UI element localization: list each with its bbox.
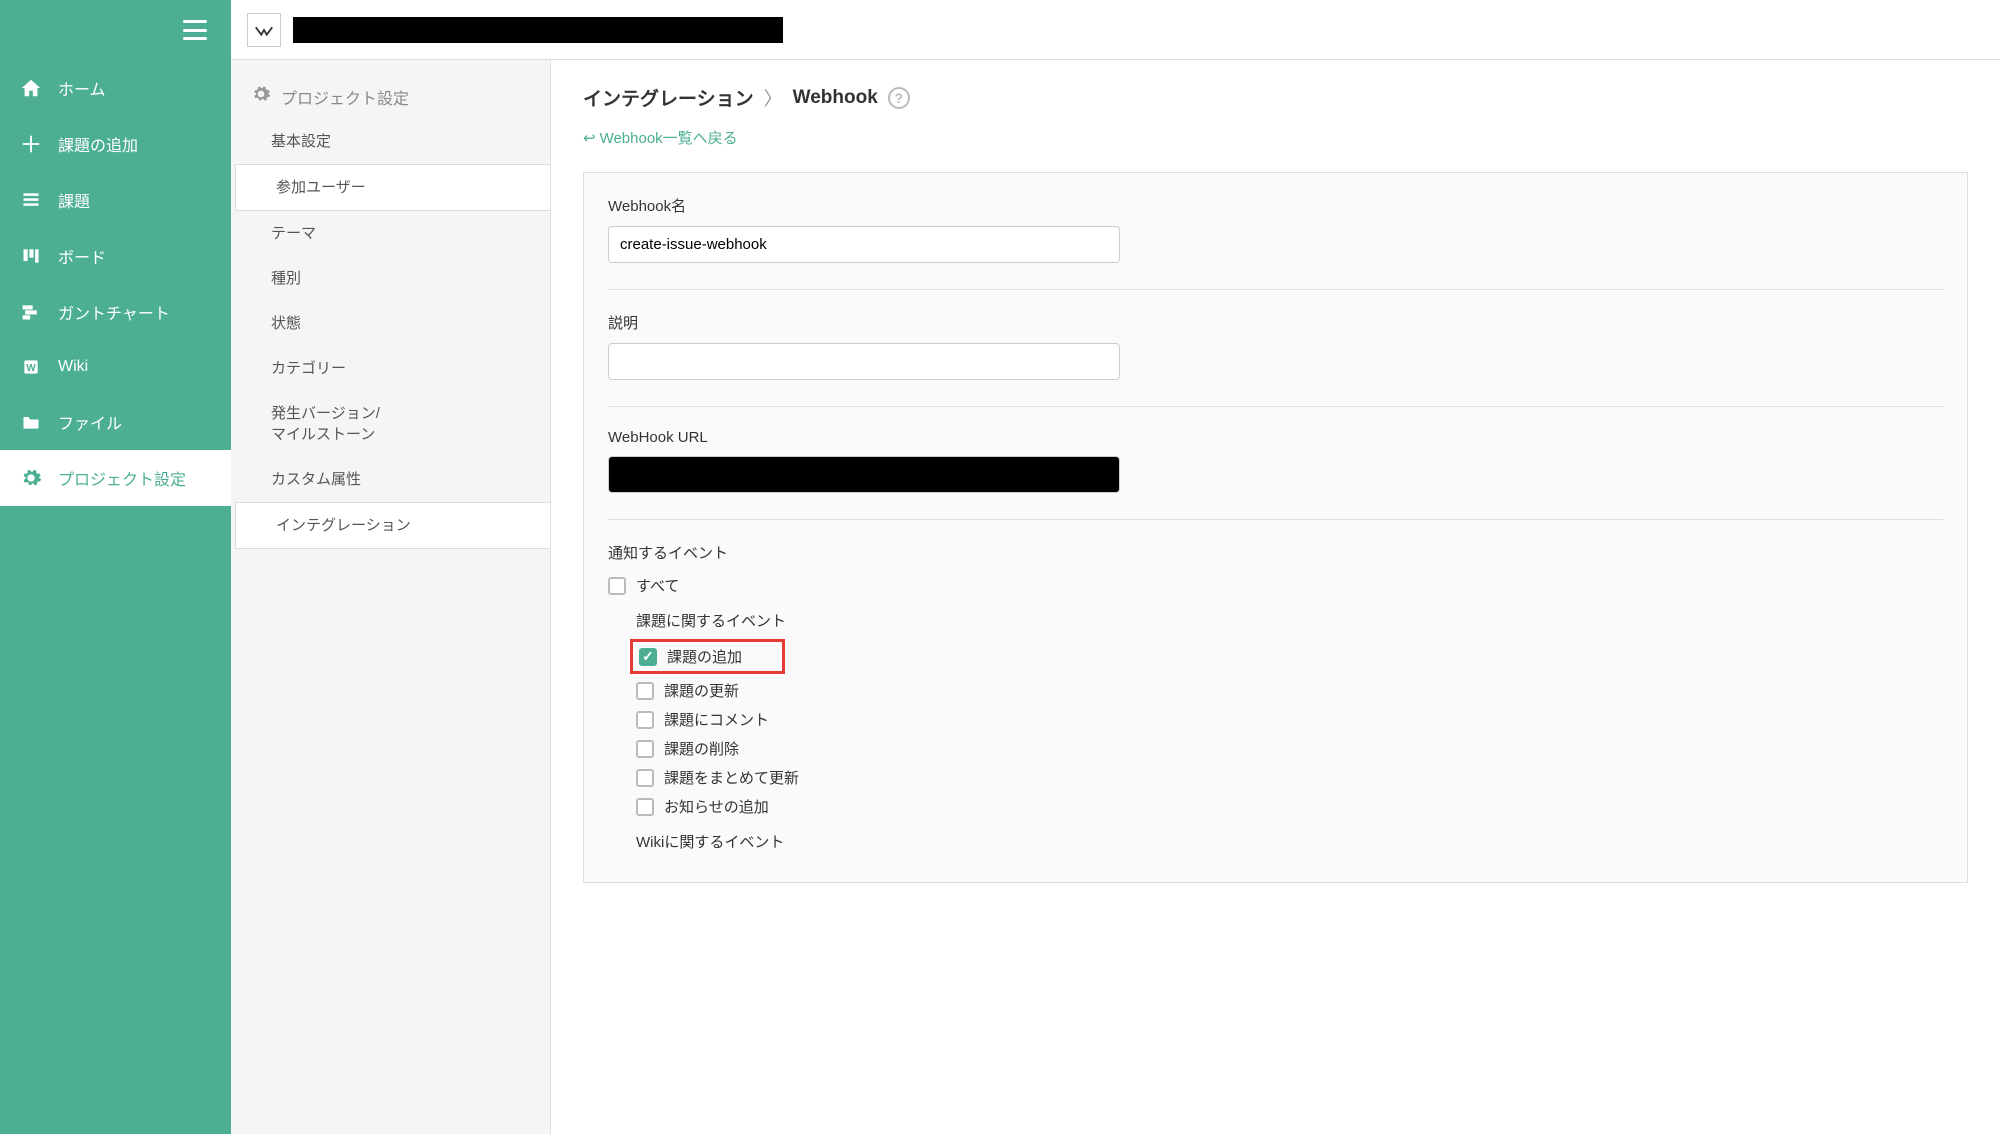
settings-sidebar: プロジェクト設定 基本設定 参加ユーザー テーマ 種別 状態 カテゴリー 発生バ… bbox=[231, 60, 551, 1134]
webhook-form: Webhook名 説明 WebHook URL 通知するイベント bbox=[583, 172, 1968, 883]
divider bbox=[608, 289, 1943, 290]
main-sidebar: ホーム 課題の追加 課題 ボード ガントチャート W Wiki ファイル プロジ bbox=[0, 0, 231, 1134]
back-arrow-icon: ↩ bbox=[583, 129, 596, 147]
webhook-name-label: Webhook名 bbox=[608, 195, 1943, 216]
board-icon bbox=[20, 245, 42, 267]
gear-icon bbox=[251, 84, 271, 109]
webhook-desc-label: 説明 bbox=[608, 312, 1943, 333]
webhook-name-input[interactable] bbox=[608, 226, 1120, 263]
events-title: 通知するイベント bbox=[608, 542, 1943, 563]
checkbox-label: 課題をまとめて更新 bbox=[664, 767, 799, 788]
checkbox-icon[interactable] bbox=[639, 648, 657, 666]
checkbox-label: 課題の削除 bbox=[664, 738, 739, 759]
nav-files[interactable]: ファイル bbox=[0, 394, 231, 450]
project-title-redacted bbox=[293, 17, 783, 43]
checkbox-label: 課題の追加 bbox=[667, 646, 742, 667]
event-group-wiki: Wikiに関するイベント bbox=[636, 831, 1943, 852]
nav-add-issue[interactable]: 課題の追加 bbox=[0, 116, 231, 172]
nav-issues[interactable]: 課題 bbox=[0, 172, 231, 228]
nav-label: ホーム bbox=[58, 76, 106, 100]
nav-label: ファイル bbox=[58, 410, 122, 434]
nav-gantt[interactable]: ガントチャート bbox=[0, 284, 231, 340]
nav-project-settings[interactable]: プロジェクト設定 bbox=[0, 450, 231, 506]
checkbox-label: すべて bbox=[636, 575, 679, 596]
checkbox-label: お知らせの追加 bbox=[664, 796, 769, 817]
breadcrumb: インテグレーション 〉 Webhook ? bbox=[583, 84, 1968, 111]
checkbox-icon[interactable] bbox=[636, 740, 654, 758]
checkbox-issue-bulk[interactable]: 課題をまとめて更新 bbox=[636, 767, 1943, 788]
settings-header: プロジェクト設定 bbox=[231, 84, 550, 119]
webhook-url-label: WebHook URL bbox=[608, 429, 1943, 446]
settings-item-custom[interactable]: カスタム属性 bbox=[231, 457, 550, 502]
back-link-label: Webhook一覧へ戻る bbox=[600, 127, 738, 148]
nav-board[interactable]: ボード bbox=[0, 228, 231, 284]
nav-label: プロジェクト設定 bbox=[58, 466, 186, 490]
breadcrumb-part1: インテグレーション bbox=[583, 84, 754, 111]
checkbox-icon[interactable] bbox=[636, 769, 654, 787]
event-group-issues: 課題に関するイベント bbox=[636, 610, 1943, 631]
checkbox-issue-update[interactable]: 課題の更新 bbox=[636, 680, 1943, 701]
checkbox-all[interactable]: すべて bbox=[608, 575, 1943, 596]
settings-item-basic[interactable]: 基本設定 bbox=[231, 119, 550, 164]
main-panel: インテグレーション 〉 Webhook ? ↩ Webhook一覧へ戻る Web… bbox=[551, 60, 2000, 1134]
breadcrumb-part2: Webhook bbox=[793, 87, 878, 109]
divider bbox=[608, 406, 1943, 407]
nav-label: ガントチャート bbox=[58, 300, 170, 324]
nav-home[interactable]: ホーム bbox=[0, 60, 231, 116]
gear-icon bbox=[20, 467, 42, 489]
checkbox-notice-add[interactable]: お知らせの追加 bbox=[636, 796, 1943, 817]
hamburger-icon[interactable] bbox=[183, 20, 207, 40]
settings-item-type[interactable]: 種別 bbox=[231, 256, 550, 301]
checkbox-issue-delete[interactable]: 課題の削除 bbox=[636, 738, 1943, 759]
topbar bbox=[231, 0, 2000, 60]
svg-text:W: W bbox=[26, 363, 36, 374]
nav-label: Wiki bbox=[58, 358, 88, 376]
nav-label: 課題 bbox=[58, 188, 90, 212]
back-link[interactable]: ↩ Webhook一覧へ戻る bbox=[583, 127, 738, 148]
wiki-icon: W bbox=[20, 356, 42, 378]
checkbox-icon[interactable] bbox=[636, 682, 654, 700]
settings-item-status[interactable]: 状態 bbox=[231, 301, 550, 346]
gantt-icon bbox=[20, 301, 42, 323]
home-icon bbox=[20, 77, 42, 99]
checkbox-icon[interactable] bbox=[636, 711, 654, 729]
list-icon bbox=[20, 189, 42, 211]
highlight-box: 課題の追加 bbox=[630, 639, 785, 674]
checkbox-issue-add[interactable]: 課題の追加 bbox=[639, 646, 742, 667]
checkbox-label: 課題にコメント bbox=[664, 709, 769, 730]
settings-item-users[interactable]: 参加ユーザー bbox=[235, 164, 550, 211]
breadcrumb-separator: 〉 bbox=[764, 84, 783, 111]
checkbox-icon[interactable] bbox=[636, 798, 654, 816]
settings-item-version[interactable]: 発生バージョン/ マイルストーン bbox=[231, 391, 550, 457]
plus-icon bbox=[20, 133, 42, 155]
sidebar-top bbox=[0, 0, 231, 60]
help-icon[interactable]: ? bbox=[888, 87, 910, 109]
settings-header-label: プロジェクト設定 bbox=[281, 85, 409, 109]
checkbox-label: 課題の更新 bbox=[664, 680, 739, 701]
file-icon bbox=[20, 411, 42, 433]
settings-item-category[interactable]: カテゴリー bbox=[231, 346, 550, 391]
webhook-url-input[interactable] bbox=[608, 456, 1120, 493]
settings-item-theme[interactable]: テーマ bbox=[231, 211, 550, 256]
webhook-desc-input[interactable] bbox=[608, 343, 1120, 380]
nav-label: ボード bbox=[58, 244, 106, 268]
project-logo[interactable] bbox=[247, 13, 281, 47]
nav-wiki[interactable]: W Wiki bbox=[0, 340, 231, 394]
divider bbox=[608, 519, 1943, 520]
nav-label: 課題の追加 bbox=[58, 132, 138, 156]
checkbox-issue-comment[interactable]: 課題にコメント bbox=[636, 709, 1943, 730]
checkbox-icon[interactable] bbox=[608, 577, 626, 595]
settings-item-integration[interactable]: インテグレーション bbox=[235, 502, 550, 549]
